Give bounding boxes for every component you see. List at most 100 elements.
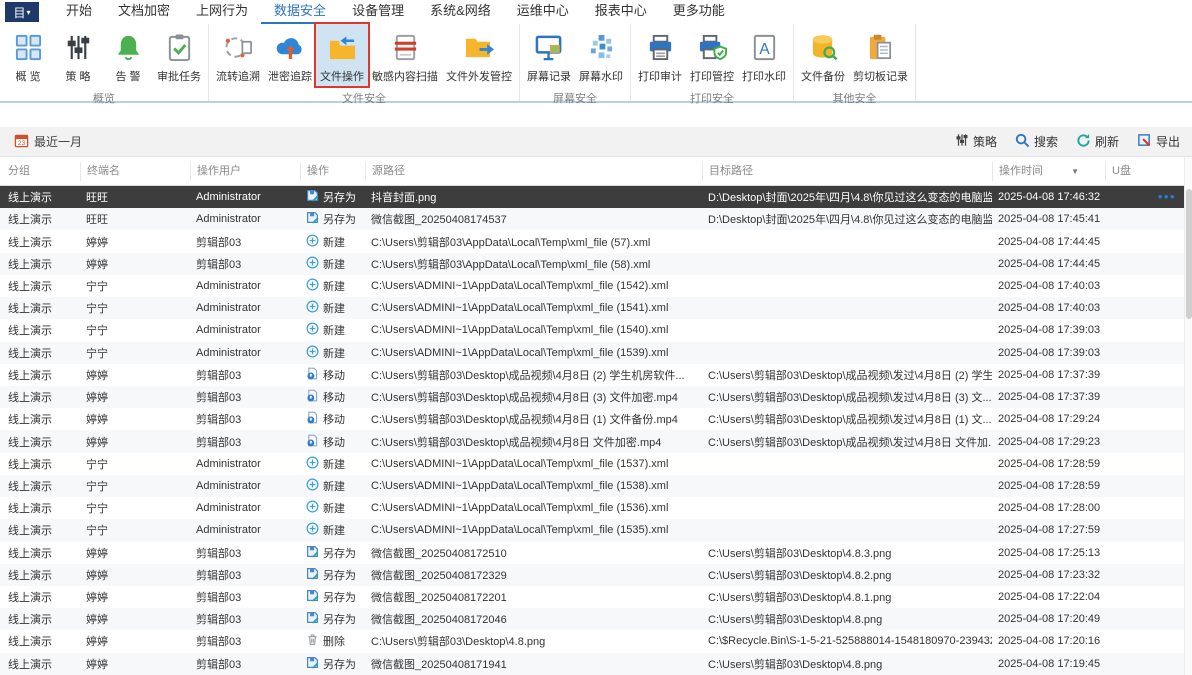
menu-tab[interactable]: 文档加密	[105, 0, 183, 24]
table-row[interactable]: 线上演示 婷婷 剪辑部03 另存为 微信截图_20250408171941 C:\User…	[0, 652, 1192, 675]
column-header[interactable]: 操作用户	[190, 161, 300, 181]
plus-circle-icon	[306, 256, 319, 272]
table-row[interactable]: 线上演示 婷婷 剪辑部03 新建 C:\Users\剪辑部03\AppData\Loca…	[0, 252, 1192, 275]
table-row[interactable]: 线上演示 婷婷 剪辑部03 另存为 微信截图_20250408172329 C:\User…	[0, 563, 1192, 586]
ribbon-button[interactable]: 打印管控	[686, 24, 738, 86]
ribbon-button[interactable]: 文件操作	[316, 24, 368, 86]
ribbon-button[interactable]: 屏幕水印	[575, 24, 627, 86]
column-header-label: 操作	[307, 164, 329, 177]
printer-icon	[646, 28, 675, 66]
cell-terminal: 宁宁	[86, 347, 108, 360]
cell-group: 线上演示	[8, 436, 52, 449]
refresh-sm-icon	[1076, 133, 1091, 151]
table-row[interactable]: 线上演示 旺旺 Administrator 另存为 抖音封面.png D:\Desktop…	[0, 186, 1192, 209]
menu-tab[interactable]: 开始	[53, 0, 105, 24]
menu-tab[interactable]: 更多功能	[660, 0, 738, 24]
cell-user: Administrator	[196, 524, 261, 537]
cell-terminal: 婷婷	[86, 369, 108, 382]
table-row[interactable]: 线上演示 婷婷 剪辑部03 另存为 微信截图_20250408172201 C:\User…	[0, 585, 1192, 609]
search-button[interactable]: 搜索	[1015, 133, 1058, 151]
column-header[interactable]: 终端名	[80, 161, 190, 181]
ribbon-button[interactable]: 审批任务	[153, 24, 205, 86]
cell-time: 2025-04-08 17:44:45	[998, 257, 1101, 270]
cell-src: C:\Users\剪辑部03\Desktop\成品视频\4月8日 (3) 文件加…	[371, 392, 678, 405]
ribbon-button[interactable]: 策 略	[53, 24, 103, 86]
ribbon-button[interactable]: 文件外发管控	[442, 24, 516, 86]
table-row[interactable]: 线上演示 旺旺 Administrator 另存为 微信截图_2025040817453…	[0, 208, 1192, 231]
table-row[interactable]: 线上演示 婷婷 剪辑部03 移动 C:\Users\剪辑部03\Desktop\成品视频…	[0, 430, 1192, 453]
table-row[interactable]: 线上演示 婷婷 剪辑部03 另存为 微信截图_20250408172510 C:\User…	[0, 541, 1192, 564]
menu-tab[interactable]: 运维中心	[504, 0, 582, 24]
menu-tab[interactable]: 数据安全	[261, 0, 340, 24]
menu-tab[interactable]: 报表中心	[582, 0, 660, 24]
printer-shield-icon	[697, 28, 728, 66]
menu-tab[interactable]: 系统&网络	[417, 0, 504, 24]
column-header[interactable]: 操作	[300, 161, 365, 181]
toolbar-action-label: 策略	[972, 135, 997, 149]
cell-time: 2025-04-08 17:39:03	[998, 346, 1101, 359]
table-row[interactable]: 线上演示 婷婷 剪辑部03 移动 C:\Users\剪辑部03\Desktop\成品视频…	[0, 363, 1192, 386]
vertical-scrollbar[interactable]	[1184, 157, 1192, 675]
table-row[interactable]: 线上演示 宁宁 Administrator 新建 C:\Users\ADMINI~1\A…	[0, 341, 1192, 364]
operation-label: 新建	[323, 236, 345, 249]
cell-group: 线上演示	[8, 325, 52, 338]
ribbon-button[interactable]: 概 览	[3, 24, 53, 86]
cell-group: 线上演示	[8, 192, 52, 205]
ribbon-button[interactable]: 告 警	[103, 24, 153, 86]
calendar-icon: 23	[14, 133, 29, 151]
column-header[interactable]: 分组	[0, 162, 80, 181]
table-row[interactable]: 线上演示 婷婷 剪辑部03 另存为 微信截图_20250408172046 C:\User…	[0, 608, 1192, 631]
column-header[interactable]: U盘	[1105, 161, 1192, 181]
cell-time: 2025-04-08 17:28:59	[998, 479, 1101, 492]
ribbon-group-label: 概览	[93, 93, 115, 105]
ribbon-button[interactable]: 流转追溯	[212, 24, 264, 86]
table-row[interactable]: 线上演示 宁宁 Administrator 新建 C:\Users\ADMINI~1\A…	[0, 452, 1192, 475]
table-row[interactable]: 线上演示 婷婷 剪辑部03 移动 C:\Users\剪辑部03\Desktop\成品视频…	[0, 408, 1192, 431]
cell-terminal: 婷婷	[86, 258, 108, 271]
table-row[interactable]: 线上演示 宁宁 Administrator 新建 C:\Users\ADMINI~1\A…	[0, 274, 1192, 298]
date-range-filter[interactable]: 23 最近一月	[14, 133, 82, 151]
policy-button[interactable]: 策略	[955, 133, 997, 150]
ribbon-button-label: 屏幕记录	[527, 71, 571, 83]
cell-group: 线上演示	[8, 280, 52, 293]
cell-op: 另存为	[300, 211, 365, 227]
column-header[interactable]: 源路径	[365, 161, 702, 181]
table-row[interactable]: 线上演示 婷婷 剪辑部03 删除 C:\Users\剪辑部03\Desktop\4.8.…	[0, 630, 1192, 653]
cell-src: C:\Users\剪辑部03\Desktop\4.8.png	[371, 636, 546, 649]
table-row[interactable]: 线上演示 宁宁 Administrator 新建 C:\Users\ADMINI~1\A…	[0, 519, 1192, 542]
cell-user: 剪辑部03	[196, 369, 242, 382]
ribbon-button[interactable]: 敏感内容扫描	[368, 24, 442, 86]
ribbon-button[interactable]: 屏幕记录	[523, 24, 575, 86]
cell-group: 线上演示	[8, 480, 52, 493]
table-row[interactable]: 线上演示 宁宁 Administrator 新建 C:\Users\ADMINI~1\A…	[0, 319, 1192, 342]
app-logo-glyph: 目	[13, 5, 26, 20]
export-button[interactable]: 导出	[1137, 133, 1180, 151]
row-menu-dots[interactable]: •••	[1158, 186, 1176, 208]
cell-time: 2025-04-08 17:40:03	[998, 302, 1101, 315]
column-header[interactable]: 目标路径	[702, 161, 992, 181]
operation-label: 新建	[323, 503, 345, 516]
ribbon-button[interactable]: 泄密追踪	[264, 24, 316, 86]
ribbon-button[interactable]: 剪切板记录	[849, 24, 912, 86]
table-row[interactable]: 线上演示 婷婷 剪辑部03 移动 C:\Users\剪辑部03\Desktop\成品视频…	[0, 385, 1192, 409]
table-row[interactable]: 线上演示 宁宁 Administrator 新建 C:\Users\ADMINI~1\A…	[0, 497, 1192, 520]
app-menu-button[interactable]: 目 ▾	[5, 2, 39, 22]
refresh-button[interactable]: 刷新	[1076, 133, 1119, 151]
cell-dst: C:\Users\剪辑部03\Desktop\4.8.png	[708, 658, 883, 671]
plus-circle-icon	[306, 345, 319, 361]
menu-bar: 目 ▾ 开始 文档加密 上网行为 数据安全 设备管理 系统&网络 运维中心 报表中心 更多功能	[0, 0, 1192, 24]
scrollbar-thumb[interactable]	[1186, 189, 1192, 319]
cell-time: 2025-04-08 17:25:13	[998, 546, 1101, 559]
ribbon-button[interactable]: 打印审计	[634, 24, 686, 86]
menu-tab[interactable]: 上网行为	[183, 0, 261, 24]
table-row[interactable]: 线上演示 宁宁 Administrator 新建 C:\Users\ADMINI~1\A…	[0, 297, 1192, 320]
table-row[interactable]: 线上演示 宁宁 Administrator 新建 C:\Users\ADMINI~1\A…	[0, 474, 1192, 498]
ribbon-button[interactable]: A 打印水印	[738, 24, 790, 86]
filter-toolbar: 23 最近一月 策略 搜索 刷新 导出	[0, 127, 1192, 157]
table-row[interactable]: 线上演示 婷婷 剪辑部03 新建 C:\Users\剪辑部03\AppData\Loca…	[0, 230, 1192, 253]
ribbon-button-label: 泄密追踪	[268, 71, 312, 83]
time-filter-dropdown-icon[interactable]: ▼	[1071, 162, 1079, 181]
column-header[interactable]: 操作时间 ▼	[992, 161, 1105, 181]
menu-tab[interactable]: 设备管理	[339, 0, 417, 24]
ribbon-button[interactable]: 文件备份	[797, 24, 849, 86]
